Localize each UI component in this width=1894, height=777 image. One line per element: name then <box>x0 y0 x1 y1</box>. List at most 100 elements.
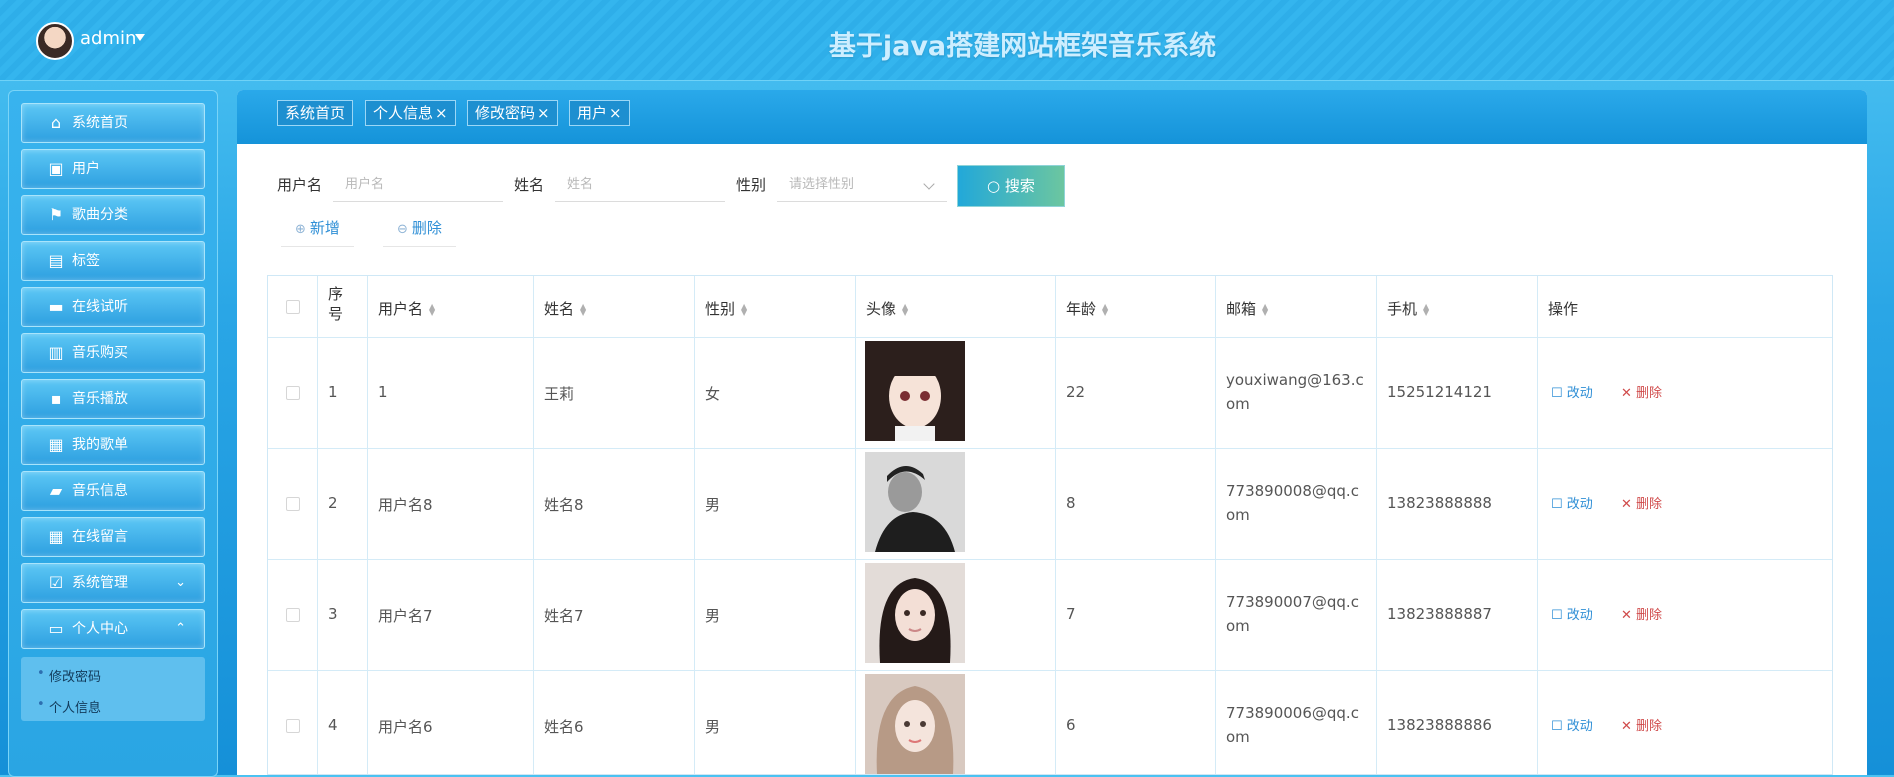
sidebar-item-song-category[interactable]: ⚑ 歌曲分类 <box>21 195 205 235</box>
sidebar-item-label: 系统首页 <box>72 115 128 131</box>
delete-button[interactable]: ⊖ 删除 <box>383 210 456 247</box>
select-all-checkbox[interactable] <box>286 300 300 314</box>
search-button-label: 搜索 <box>1004 177 1035 195</box>
sidebar-item-label: 音乐购买 <box>72 345 128 361</box>
edit-button[interactable]: ☐ 改动 <box>1551 382 1593 401</box>
close-icon[interactable]: × <box>537 104 550 122</box>
edit-icon: ☐ <box>1551 719 1567 734</box>
header-phone[interactable]: 手机 ▲ ▼ <box>1387 298 1429 319</box>
sort-icon[interactable]: ▲ ▼ <box>429 302 435 316</box>
sort-icon[interactable]: ▲ ▼ <box>1102 302 1108 316</box>
sidebar-item-online-listen[interactable]: ▬ 在线试听 <box>21 287 205 327</box>
username-label: 用户名 <box>277 176 323 194</box>
sort-icon[interactable]: ▲ ▼ <box>1423 302 1429 316</box>
row-checkbox[interactable] <box>286 719 300 733</box>
cell-age: 7 <box>1066 605 1076 623</box>
cell-index: 3 <box>328 605 338 623</box>
app-title: 基于java搭建网站框架音乐系统 <box>828 31 1217 62</box>
chevron-down-icon: ⌄ <box>175 575 186 590</box>
cell-age: 8 <box>1066 494 1076 512</box>
cell-phone: 13823888887 <box>1387 605 1492 623</box>
add-button[interactable]: ⊕ 新增 <box>281 210 354 247</box>
check-clipboard-icon: ☑ <box>48 573 64 592</box>
close-icon[interactable]: × <box>609 104 622 122</box>
user-table: 序号 用户名 ▲ ▼ 姓名 ▲ ▼ 性别 ▲ ▼ 头像 ▲ ▼ 年龄 ▲ ▼ 邮箱 ▲ ▼ 手机 ▲ ▼ 操… <box>267 275 1833 775</box>
avatar-image <box>865 563 965 663</box>
cell-index: 4 <box>328 716 338 734</box>
home-icon: ⌂ <box>50 113 62 132</box>
user-clipboard-icon: ▣ <box>48 159 64 178</box>
sidebar-item-my-playlist[interactable]: ▦ 我的歌单 <box>21 425 205 465</box>
sidebar-item-music-purchase[interactable]: ▥ 音乐购买 <box>21 333 205 373</box>
header-label: 姓名 <box>544 300 575 318</box>
chevron-up-icon: ⌃ <box>175 621 186 636</box>
close-icon[interactable]: × <box>435 104 448 122</box>
cell-index: 1 <box>328 383 338 401</box>
delete-row-button[interactable]: ✕ 删除 <box>1621 604 1662 623</box>
sidebar-item-music-info[interactable]: ▰ 音乐信息 <box>21 471 205 511</box>
cell-email-line1: 773890008@qq.c <box>1226 482 1359 500</box>
cell-name: 姓名7 <box>544 607 584 625</box>
header-email[interactable]: 邮箱 ▲ ▼ <box>1226 298 1268 319</box>
avatar-image <box>865 452 965 552</box>
cell-email-line2: om <box>1226 506 1250 524</box>
tab-label: 个人信息 <box>373 104 434 122</box>
edit-button[interactable]: ☐ 改动 <box>1551 604 1593 623</box>
sidebar-item-users[interactable]: ▣ 用户 <box>21 149 205 189</box>
sidebar-item-system-admin[interactable]: ☑ 系统管理 ⌄ <box>21 563 205 603</box>
cell-index: 2 <box>328 494 338 512</box>
grid-icon: ▦ <box>48 527 64 546</box>
header-username[interactable]: 用户名 ▲ ▼ <box>378 298 435 319</box>
edit-button[interactable]: ☐ 改动 <box>1551 715 1593 734</box>
username-input[interactable]: 用户名 <box>333 168 503 202</box>
delete-row-button[interactable]: ✕ 删除 <box>1621 382 1662 401</box>
tab-label: 系统首页 <box>285 104 346 122</box>
sidebar-item-music-play[interactable]: ▪ 音乐播放 <box>21 379 205 419</box>
sidebar-item-messages[interactable]: ▦ 在线留言 <box>21 517 205 557</box>
delete-label: 删除 <box>1636 497 1663 512</box>
sort-icon[interactable]: ▲ ▼ <box>580 302 586 316</box>
delete-row-button[interactable]: ✕ 删除 <box>1621 493 1662 512</box>
sidebar-item-home[interactable]: ⌂ 系统首页 <box>21 103 205 143</box>
tab-label: 用户 <box>577 104 608 122</box>
sidebar-item-label: 歌曲分类 <box>72 207 128 223</box>
submenu-change-password[interactable]: 修改密码 <box>37 666 101 685</box>
header-avatar[interactable]: 头像 ▲ ▼ <box>866 298 908 319</box>
sidebar-item-label: 在线试听 <box>72 299 128 315</box>
header-label: 邮箱 <box>1226 300 1257 318</box>
sidebar-item-tags[interactable]: ▤ 标签 <box>21 241 205 281</box>
sidebar-item-label: 标签 <box>72 253 100 269</box>
name-input[interactable]: 姓名 <box>555 168 725 202</box>
header-gender[interactable]: 性别 ▲ ▼ <box>705 298 747 319</box>
gender-select[interactable]: 请选择性别 <box>777 168 947 202</box>
sort-icon[interactable]: ▲ ▼ <box>902 302 908 316</box>
cell-email-line1: 773890007@qq.c <box>1226 593 1359 611</box>
header-age[interactable]: 年龄 ▲ ▼ <box>1066 298 1108 319</box>
row-checkbox[interactable] <box>286 497 300 511</box>
row-checkbox[interactable] <box>286 608 300 622</box>
tab-change-password[interactable]: 修改密码 × <box>467 100 558 126</box>
submenu-personal-info[interactable]: 个人信息 <box>37 697 101 716</box>
edit-icon: ☐ <box>1551 386 1567 401</box>
main-panel: 系统首页 个人信息 × 修改密码 × 用户 × 用户名 用户名 姓名 姓名 性别 请选… <box>237 90 1867 775</box>
edit-button[interactable]: ☐ 改动 <box>1551 493 1593 512</box>
cell-username: 1 <box>378 383 388 401</box>
sort-icon[interactable]: ▲ ▼ <box>741 302 747 316</box>
tab-users[interactable]: 用户 × <box>569 100 630 126</box>
cell-email-line1: youxiwang@163.c <box>1226 371 1364 389</box>
delete-row-button[interactable]: ✕ 删除 <box>1621 715 1662 734</box>
tab-home[interactable]: 系统首页 <box>277 100 354 126</box>
sort-icon[interactable]: ▲ ▼ <box>1262 302 1268 316</box>
edit-label: 改动 <box>1566 719 1593 734</box>
sidebar-item-personal-center[interactable]: ▭ 个人中心 ⌃ <box>21 609 205 649</box>
cell-username: 用户名8 <box>378 496 433 514</box>
avatar-image <box>865 341 965 441</box>
search-button[interactable]: ○ 搜索 <box>957 165 1065 207</box>
edit-icon: ☐ <box>1551 497 1567 512</box>
sidebar-item-label: 我的歌单 <box>72 437 128 453</box>
tab-bar: 系统首页 个人信息 × 修改密码 × 用户 × <box>237 90 1867 144</box>
header-name[interactable]: 姓名 ▲ ▼ <box>544 298 586 319</box>
tab-personal-info[interactable]: 个人信息 × <box>365 100 456 126</box>
gender-label: 性别 <box>736 176 767 194</box>
row-checkbox[interactable] <box>286 386 300 400</box>
